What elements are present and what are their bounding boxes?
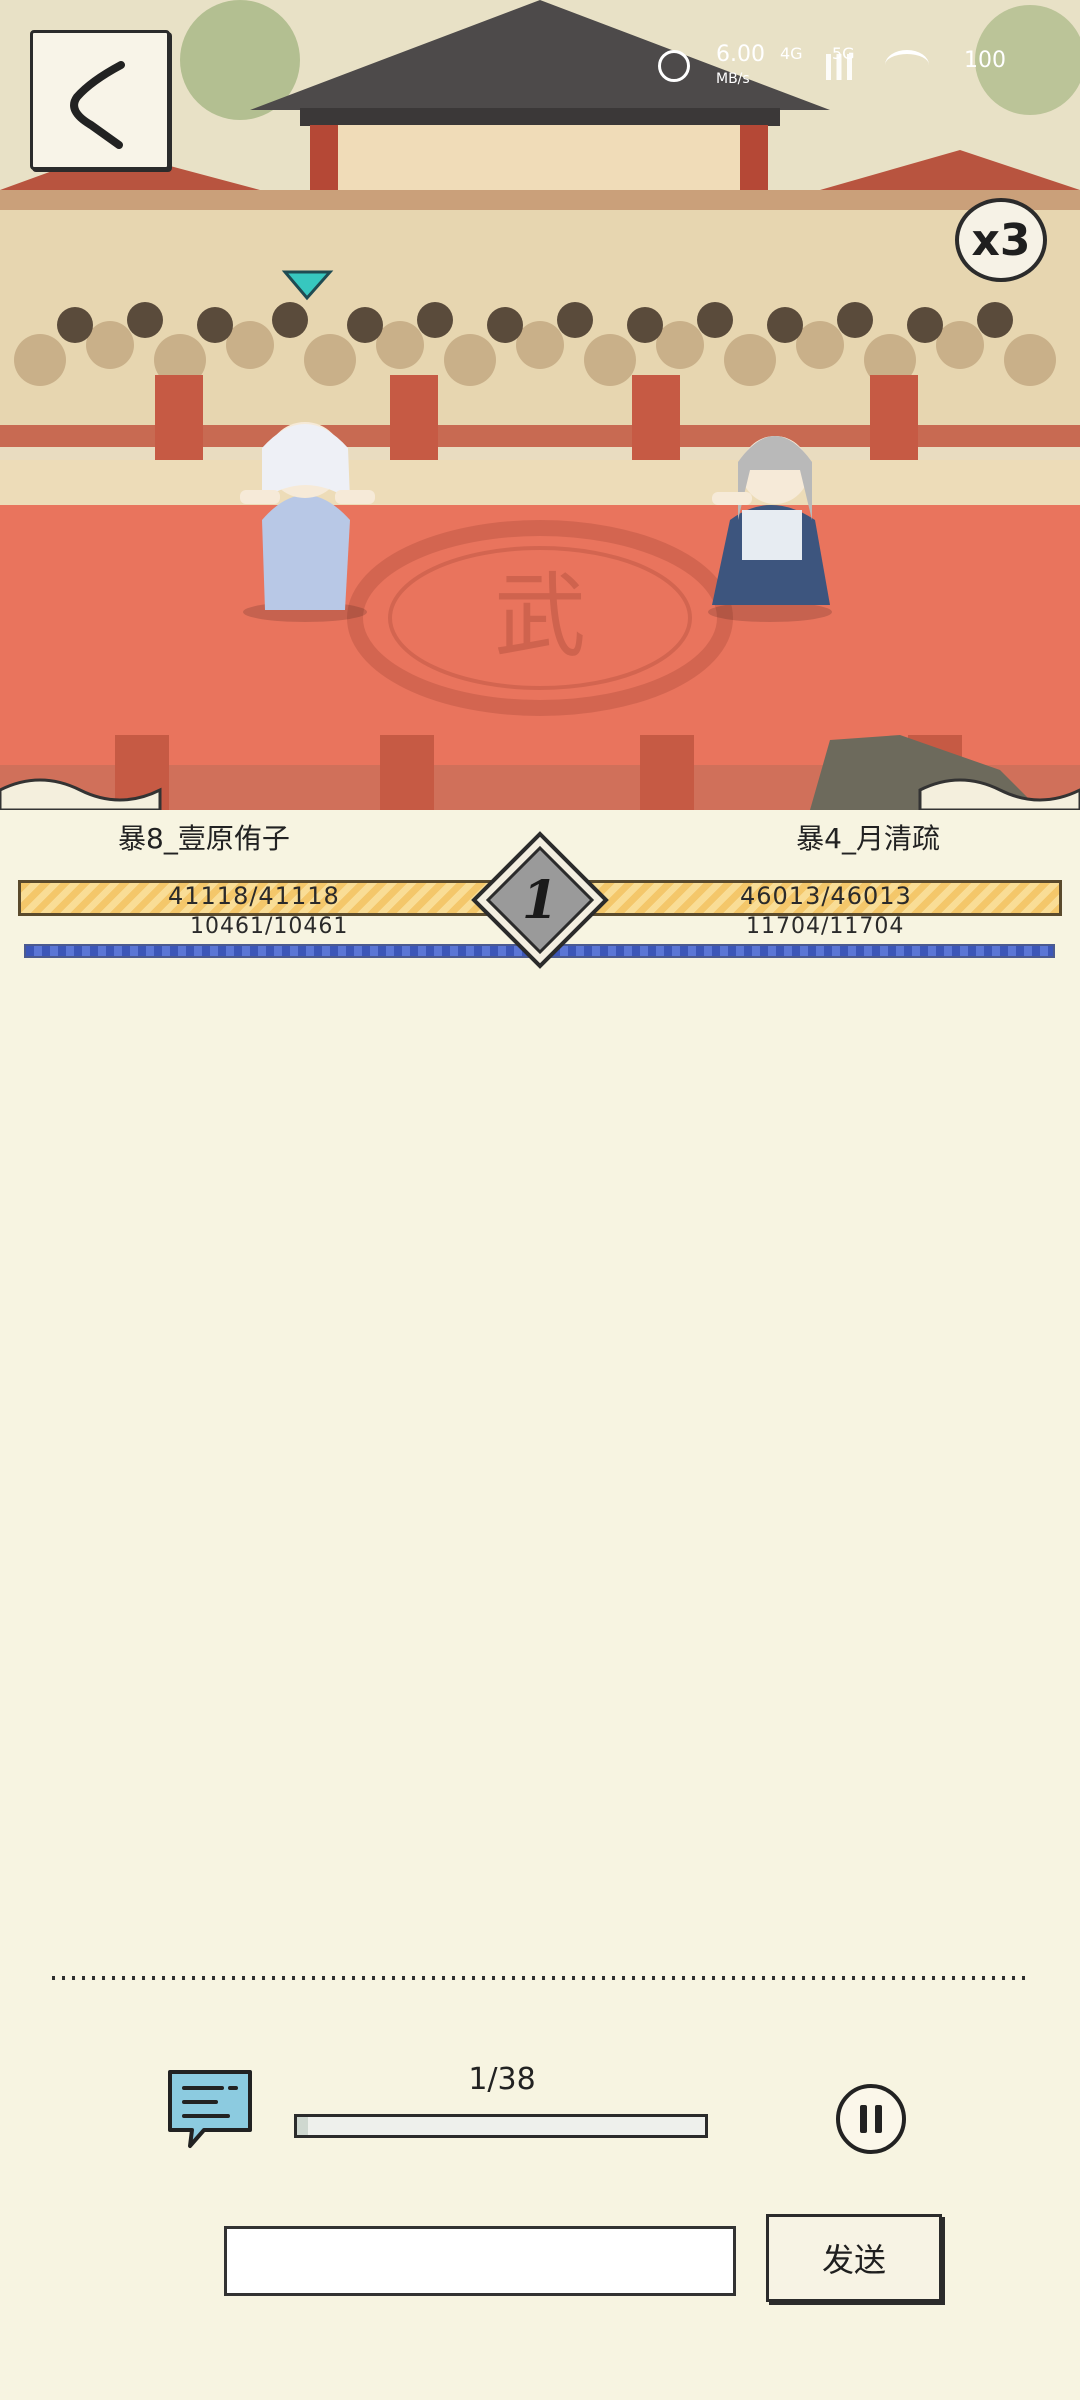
player-right-mp-bar: [550, 944, 1055, 958]
net-4g-label: 4G: [780, 44, 803, 63]
round-number: 1: [521, 869, 559, 931]
progress-bar: [294, 2114, 708, 2138]
pause-icon: [856, 2105, 886, 2133]
progress-label: 1/38: [468, 2062, 536, 2097]
chat-input[interactable]: [224, 2226, 736, 2296]
send-button[interactable]: 发送: [766, 2214, 942, 2302]
battery-level: 100: [964, 48, 1006, 73]
progress-fill: [297, 2117, 308, 2135]
back-button[interactable]: [30, 30, 170, 170]
player-left-hp-text: 41118/41118: [168, 882, 340, 910]
signal-icon: [826, 54, 852, 80]
player-left-name: 暴8_壹原侑子: [118, 822, 290, 855]
battle-log-area: [0, 970, 1080, 1960]
net-speed-value: 6.00: [716, 42, 765, 67]
battle-arena: 武 6.00 MB/s 4G 5G 100 x3: [0, 0, 1080, 810]
wifi-icon: [885, 50, 929, 80]
divider: [52, 1976, 1032, 1980]
pause-button[interactable]: [836, 2084, 906, 2154]
player-left-mp-text: 10461/10461: [190, 914, 349, 939]
speed-x3-button[interactable]: x3: [955, 198, 1047, 282]
player-right-name: 暴4_月清疏: [796, 822, 940, 855]
arena-emblem: 武: [494, 563, 586, 670]
back-chevron-icon: [70, 61, 125, 149]
player-right-mp-text: 11704/11704: [746, 914, 905, 939]
chat-icon[interactable]: [164, 2066, 256, 2152]
net-speed-unit: MB/s: [716, 71, 750, 87]
player-right-hp-text: 46013/46013: [740, 882, 912, 910]
alarm-icon: [658, 50, 690, 82]
speed-x3-icon: x3: [971, 214, 1031, 266]
